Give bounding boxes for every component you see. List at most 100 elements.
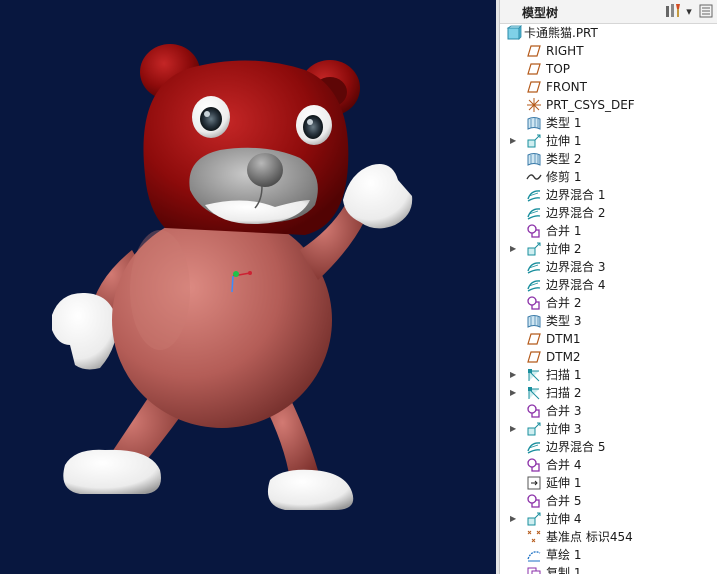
graphics-viewport[interactable] <box>0 0 496 574</box>
tree-item[interactable]: 边界混合 4 <box>500 276 717 294</box>
tree-item-label: PRT_CSYS_DEF <box>546 98 635 112</box>
sketch-icon <box>526 547 542 563</box>
panel-title: 模型树 <box>522 6 559 20</box>
bear-model-render[interactable] <box>0 0 496 574</box>
style-surface-icon <box>526 115 542 131</box>
tree-item[interactable]: 类型 3 <box>500 312 717 330</box>
tree-item[interactable]: ▶ 拉伸 2 <box>500 240 717 258</box>
tree-item-label: 拉伸 3 <box>546 422 582 436</box>
tree-item[interactable]: FRONT <box>500 78 717 96</box>
tree-item-label: 类型 2 <box>546 152 582 166</box>
tree-item[interactable]: 边界混合 1 <box>500 186 717 204</box>
tree-item[interactable]: 类型 1 <box>500 114 717 132</box>
sweep-icon <box>526 367 542 383</box>
tree-item[interactable]: 草绘 1 <box>500 546 717 564</box>
tree-item[interactable]: ▶ 拉伸 4 <box>500 510 717 528</box>
tree-item-label: 基准点 标识454 <box>546 530 633 544</box>
datum-plane-icon <box>526 43 542 59</box>
boundary-blend-icon <box>526 439 542 455</box>
tree-item[interactable]: 类型 2 <box>500 150 717 168</box>
tree-item-label: 合并 1 <box>546 224 582 238</box>
tree-item-label: 边界混合 5 <box>546 440 606 454</box>
tree-item-label: 合并 4 <box>546 458 582 472</box>
tree-item-label: 草绘 1 <box>546 548 582 562</box>
tree-item[interactable]: 延伸 1 <box>500 474 717 492</box>
tree-item-label: DTM1 <box>546 332 581 346</box>
tree-item[interactable]: DTM2 <box>500 348 717 366</box>
tree-item[interactable]: RIGHT <box>500 42 717 60</box>
merge-icon <box>526 493 542 509</box>
boundary-blend-icon <box>526 277 542 293</box>
tree-item-label: 类型 3 <box>546 314 582 328</box>
tree-item[interactable]: 合并 4 <box>500 456 717 474</box>
tree-item[interactable]: 修剪 1 <box>500 168 717 186</box>
tools-icon[interactable] <box>662 2 684 20</box>
tree-item[interactable]: ▶ 拉伸 1 <box>500 132 717 150</box>
tree-item-label: 合并 3 <box>546 404 582 418</box>
model-tree: 卡通熊猫.PRT RIGHT TOP FRONT PRT_CSYS_DEF 类型 1 ▶ 拉… <box>500 24 717 574</box>
extrude-icon <box>526 511 542 527</box>
merge-icon <box>526 403 542 419</box>
boundary-blend-icon <box>526 187 542 203</box>
tree-item-label: 类型 1 <box>546 116 582 130</box>
tree-item-label: 拉伸 2 <box>546 242 582 256</box>
tree-item[interactable]: 边界混合 2 <box>500 204 717 222</box>
tree-root-label: 卡通熊猫.PRT <box>524 26 598 40</box>
tree-item-label: 拉伸 4 <box>546 512 582 526</box>
boundary-blend-icon <box>526 205 542 221</box>
tree-item[interactable]: ▶ 扫描 1 <box>500 366 717 384</box>
tree-item[interactable]: 合并 2 <box>500 294 717 312</box>
expand-arrow-icon[interactable]: ▶ <box>510 420 520 438</box>
copy-icon <box>526 565 542 574</box>
extend-icon <box>526 475 542 491</box>
datum-plane-icon <box>526 79 542 95</box>
tree-item-label: 合并 2 <box>546 296 582 310</box>
model-tree-panel: 模型树 ▾ 卡通熊猫.PRT RIGHT TOP FRONT PRT_CSYS_… <box>500 0 717 574</box>
tree-item[interactable]: 合并 3 <box>500 402 717 420</box>
sweep-icon <box>526 385 542 401</box>
merge-icon <box>526 457 542 473</box>
expand-arrow-icon[interactable]: ▶ <box>510 366 520 384</box>
tree-item[interactable]: 复制 1 <box>500 564 717 574</box>
coordinate-system-icon <box>526 97 542 113</box>
extrude-icon <box>526 241 542 257</box>
tree-item-label: FRONT <box>546 80 587 94</box>
tree-root-part[interactable]: 卡通熊猫.PRT <box>500 24 717 42</box>
boundary-blend-icon <box>526 259 542 275</box>
tree-item-label: 合并 5 <box>546 494 582 508</box>
tree-item-label: DTM2 <box>546 350 581 364</box>
style-surface-icon <box>526 313 542 329</box>
datum-plane-icon <box>526 61 542 77</box>
tree-item-label: RIGHT <box>546 44 584 58</box>
tree-item[interactable]: 基准点 标识454 <box>500 528 717 546</box>
expand-arrow-icon[interactable]: ▶ <box>510 510 520 528</box>
tree-item[interactable]: DTM1 <box>500 330 717 348</box>
bear-head <box>140 44 360 236</box>
tree-item-label: 边界混合 4 <box>546 278 606 292</box>
tree-item[interactable]: 合并 1 <box>500 222 717 240</box>
tree-item[interactable]: TOP <box>500 60 717 78</box>
merge-icon <box>526 295 542 311</box>
expand-arrow-icon[interactable]: ▶ <box>510 384 520 402</box>
tree-item[interactable]: 合并 5 <box>500 492 717 510</box>
tree-item-label: 边界混合 1 <box>546 188 606 202</box>
expand-arrow-icon[interactable]: ▶ <box>510 240 520 258</box>
tree-item-label: 延伸 1 <box>546 476 582 490</box>
tree-item[interactable]: 边界混合 3 <box>500 258 717 276</box>
extrude-icon <box>526 133 542 149</box>
chevron-down-icon[interactable]: ▾ <box>684 2 694 20</box>
tree-item-label: TOP <box>546 62 571 76</box>
tree-columns-icon[interactable] <box>698 2 714 20</box>
extrude-icon <box>526 421 542 437</box>
expand-arrow-icon[interactable]: ▶ <box>510 132 520 150</box>
style-surface-icon <box>526 151 542 167</box>
tree-item[interactable]: ▶ 拉伸 3 <box>500 420 717 438</box>
tree-item[interactable]: 边界混合 5 <box>500 438 717 456</box>
datum-point-icon <box>526 529 542 545</box>
tree-item[interactable]: ▶ 扫描 2 <box>500 384 717 402</box>
tree-item-label: 边界混合 2 <box>546 206 606 220</box>
tree-item-label: 修剪 1 <box>546 170 582 184</box>
tree-item-label: 边界混合 3 <box>546 260 606 274</box>
datum-plane-icon <box>526 349 542 365</box>
tree-item[interactable]: PRT_CSYS_DEF <box>500 96 717 114</box>
